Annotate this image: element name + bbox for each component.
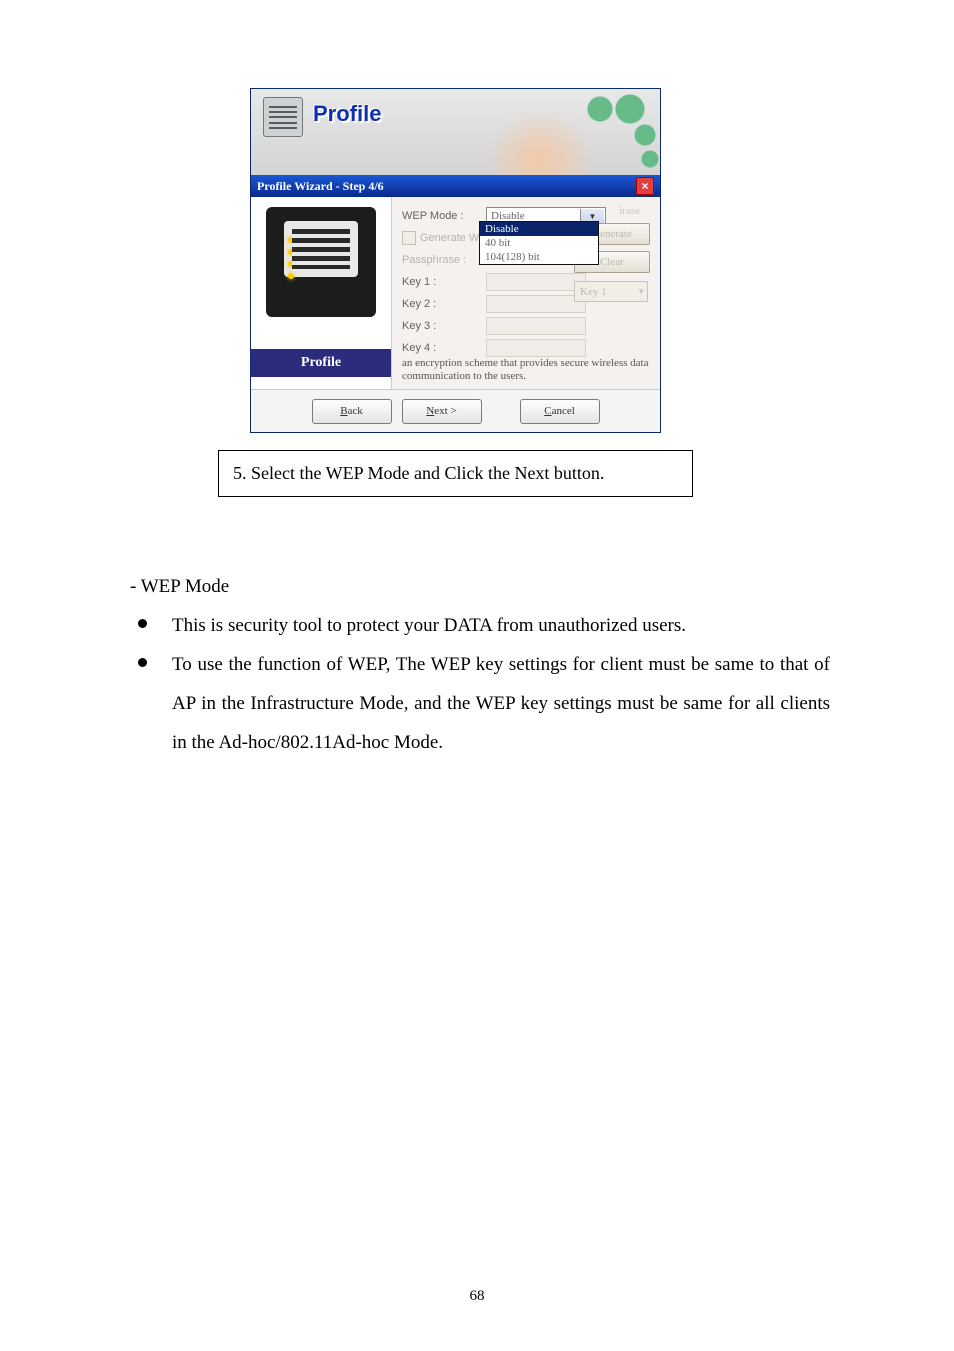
default-key-select[interactable]: Key 1 ▼	[574, 281, 648, 302]
dialog-banner: Profile	[251, 89, 660, 175]
next-button[interactable]: Next >	[402, 399, 482, 424]
right-pane: irase WEP Mode : Disable ▼ Disable 40 bi…	[392, 197, 660, 389]
profile-illustration	[266, 207, 376, 317]
key3-row: Key 3 :	[402, 315, 650, 337]
close-icon[interactable]: ×	[636, 177, 654, 195]
default-key-value: Key 1	[580, 286, 607, 298]
list-item: This is security tool to protect your DA…	[130, 607, 830, 646]
chevron-down-icon: ▼	[637, 287, 645, 296]
generate-label: Generate W	[420, 232, 479, 244]
back-button[interactable]: Back	[312, 399, 392, 424]
step-title: Profile Wizard - Step 4/6	[257, 179, 384, 194]
wep-mode-dropdown[interactable]: Disable 40 bit 104(128) bit	[479, 221, 599, 265]
page: Profile Profile Wizard - Step 4/6 × Prof…	[0, 0, 954, 1351]
list-item: To use the function of WEP, The WEP key …	[130, 646, 830, 763]
back-accel: B	[340, 405, 347, 417]
led-icon	[288, 249, 294, 255]
wep-option-104bit[interactable]: 104(128) bit	[480, 250, 598, 264]
wep-mode-label: WEP Mode :	[402, 210, 480, 222]
key4-field[interactable]	[486, 339, 586, 357]
generate-checkbox[interactable]	[402, 231, 416, 245]
passphrase-label: Passphrase :	[402, 254, 480, 266]
phrase-suffix-label: irase	[619, 205, 640, 217]
document-icon	[263, 97, 303, 137]
profile-wizard-dialog: Profile Profile Wizard - Step 4/6 × Prof…	[250, 88, 661, 433]
key1-field[interactable]	[486, 273, 586, 291]
next-accel: N	[426, 405, 434, 417]
key2-label: Key 2 :	[402, 298, 480, 310]
profile-wizard-screenshot: Profile Profile Wizard - Step 4/6 × Prof…	[250, 88, 661, 433]
banner-title: Profile	[313, 103, 381, 125]
section-heading: - WEP Mode	[130, 568, 830, 607]
cancel-accel: C	[544, 405, 551, 417]
led-icon	[288, 237, 294, 243]
key1-label: Key 1 :	[402, 276, 480, 288]
wep-option-40bit[interactable]: 40 bit	[480, 236, 598, 250]
left-pane-label: Profile	[251, 349, 391, 377]
key4-label: Key 4 :	[402, 342, 480, 354]
key2-field[interactable]	[486, 295, 586, 313]
body-text: - WEP Mode This is security tool to prot…	[130, 568, 830, 763]
description-text: an encryption scheme that provides secur…	[402, 357, 650, 383]
bullet-list: This is security tool to protect your DA…	[130, 607, 830, 763]
key3-label: Key 3 :	[402, 320, 480, 332]
led-icon	[288, 261, 294, 267]
hand-graphic	[490, 89, 660, 175]
left-pane: Profile	[251, 197, 392, 389]
led-icon	[288, 273, 294, 279]
key4-row: Key 4 :	[402, 337, 650, 359]
dialog-body: Profile irase WEP Mode : Disable ▼ Disab…	[251, 197, 660, 389]
step-title-bar: Profile Wizard - Step 4/6 ×	[251, 175, 660, 197]
cancel-button[interactable]: Cancel	[520, 399, 600, 424]
wep-option-disable[interactable]: Disable	[480, 222, 598, 236]
page-number: 68	[0, 1288, 954, 1305]
key3-field[interactable]	[486, 317, 586, 335]
wizard-nav: Back Next > Cancel	[251, 389, 660, 432]
figure-caption: 5. Select the WEP Mode and Click the Nex…	[218, 450, 693, 497]
